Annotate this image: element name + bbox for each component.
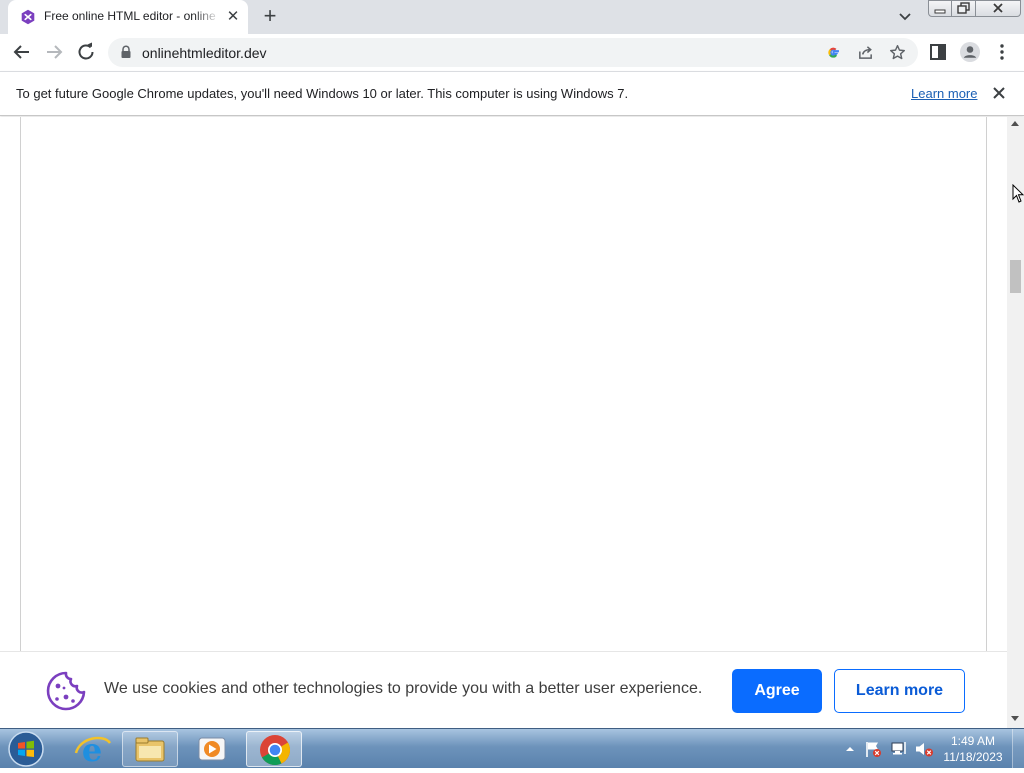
tab-title: Free online HTML editor - online HTML ed… [44,9,220,23]
windows-taskbar: e 1:49 AM 11/18/2023 [0,728,1024,769]
google-lens-icon[interactable] [826,45,841,60]
share-icon[interactable] [857,44,874,61]
cookie-banner: We use cookies and other technologies to… [0,651,1007,728]
restore-icon [957,2,970,14]
network-icon[interactable] [890,740,908,758]
html-editor-area[interactable] [20,117,987,673]
new-tab-button[interactable]: + [258,5,282,29]
tray-overflow-arrow-icon[interactable] [844,743,856,755]
page-viewport: We use cookies and other technologies to… [0,117,1007,728]
lock-icon[interactable] [120,45,132,59]
infobar-close-icon[interactable] [990,84,1008,102]
url-text[interactable]: onlinehtmleditor.dev [142,45,267,61]
tab-search-chevron-icon[interactable] [893,6,917,28]
clock-date[interactable]: 11/18/2023 [940,750,1006,764]
update-infobar: To get future Google Chrome updates, you… [0,71,1024,116]
infobar-message: To get future Google Chrome updates, you… [16,86,629,101]
address-bar[interactable]: onlinehtmleditor.dev [108,38,918,67]
taskbar-google-chrome[interactable] [246,731,302,767]
svg-text:e: e [82,731,102,767]
bookmark-star-icon[interactable] [889,44,906,61]
show-desktop-button[interactable] [1012,729,1024,769]
window-close-button[interactable] [975,0,1021,17]
infobar-learn-more-link[interactable]: Learn more [911,86,977,101]
folder-icon [135,737,165,762]
profile-avatar-icon[interactable] [958,40,982,64]
internet-explorer-icon: e [74,731,112,769]
clock-time[interactable]: 1:49 AM [940,734,1006,748]
start-button-windows-icon[interactable] [6,730,46,768]
tab-strip: Free online HTML editor - online HTML ed… [0,0,1024,34]
scrollbar-thumb[interactable] [1010,260,1021,293]
browser-tab[interactable]: Free online HTML editor - online HTML ed… [8,0,248,34]
taskbar-file-explorer[interactable] [122,731,178,767]
page-scrollbar[interactable] [1007,117,1024,728]
taskbar-media-player[interactable] [184,731,240,767]
restore-button[interactable] [951,0,976,17]
media-player-icon [198,737,226,761]
chrome-icon [260,735,290,765]
scroll-down-arrow-icon[interactable] [1011,716,1019,721]
minimize-icon [934,9,946,14]
window-close-icon [993,3,1003,13]
browser-toolbar: onlinehtmleditor.dev [0,34,1024,71]
tab-close-icon[interactable]: ✕ [224,8,242,26]
taskbar-internet-explorer[interactable]: e [64,731,120,769]
forward-arrow-icon[interactable] [42,40,66,64]
agree-button[interactable]: Agree [732,669,822,713]
menu-kebab-icon[interactable] [990,40,1014,64]
minimize-button[interactable] [928,0,952,17]
back-arrow-icon[interactable] [10,40,34,64]
site-favicon-icon [21,9,35,25]
mouse-cursor-icon [1012,184,1024,203]
reload-icon[interactable] [74,40,98,64]
volume-muted-icon[interactable] [914,740,934,758]
cookie-message: We use cookies and other technologies to… [104,680,703,697]
learn-more-button[interactable]: Learn more [834,669,965,713]
action-center-flag-icon[interactable] [864,740,882,758]
cookie-icon [46,671,86,711]
scroll-up-arrow-icon[interactable] [1011,121,1019,126]
side-panel-icon[interactable] [926,40,950,64]
